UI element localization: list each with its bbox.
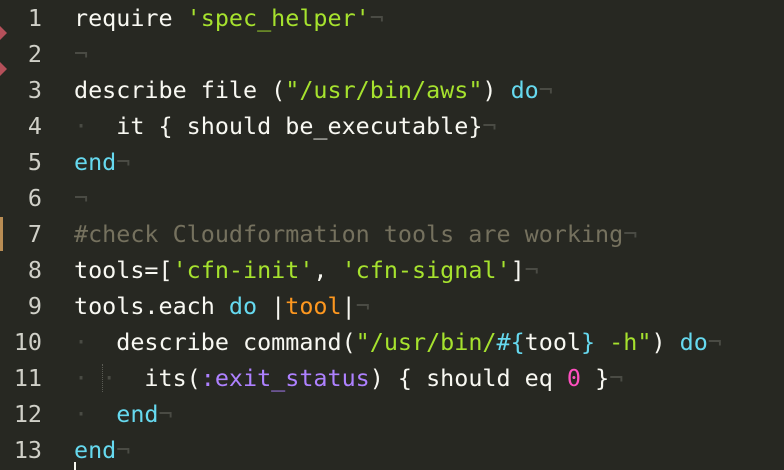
eol-marker: ¬ [116, 436, 131, 464]
git-modified-marker [0, 217, 3, 251]
eol-marker: ¬ [355, 292, 370, 320]
code-line[interactable]: · describe command("/usr/bin/#{tool} -h"… [74, 324, 722, 360]
eol-marker: ¬ [158, 400, 173, 428]
code-line[interactable]: · end¬ [74, 396, 173, 432]
code-token: · [74, 112, 103, 140]
code-token: describe file ( [74, 76, 286, 104]
code-line[interactable]: ¬ [74, 180, 88, 216]
line-number: 11 [13, 364, 42, 392]
eol-marker: ¬ [482, 112, 497, 140]
eol-marker: ¬ [116, 148, 131, 176]
code-line[interactable]: end¬ [74, 144, 130, 180]
code-token: | [341, 292, 356, 320]
code-token: ) [651, 328, 680, 356]
code-line[interactable]: require 'spec_helper'¬ [74, 0, 384, 36]
code-line[interactable]: · it { should be_executable}¬ [74, 108, 497, 144]
code-token: tools.each [74, 292, 229, 320]
code-line[interactable]: #check Cloudformation tools are working¬ [74, 216, 637, 252]
code-token: "/usr/bin/aws" [285, 76, 483, 104]
code-token: tool [285, 292, 342, 320]
code-token: | [257, 292, 286, 320]
eol-marker: ¬ [538, 76, 553, 104]
code-line[interactable]: tools=['cfn-init', 'cfn-signal']¬ [74, 252, 539, 288]
code-token: its( [130, 364, 201, 392]
line-number: 12 [13, 400, 42, 428]
eol-marker: ¬ [74, 184, 89, 212]
code-token: } [581, 364, 610, 392]
line-number: 13 [13, 436, 42, 464]
text-caret [74, 462, 76, 470]
code-token: · [74, 400, 103, 428]
indent-guide [102, 364, 104, 392]
line-number: 10 [13, 328, 42, 356]
code-token: 'cfn-signal' [341, 256, 511, 284]
code-token: , [313, 256, 342, 284]
code-token: · [74, 328, 103, 356]
eol-marker: ¬ [623, 220, 638, 248]
code-token: end [74, 436, 117, 464]
line-number: 5 [27, 148, 42, 176]
code-line[interactable]: describe file ("/usr/bin/aws") do¬ [74, 72, 553, 108]
code-token: #check Cloudformation tools are working [74, 220, 624, 248]
code-line[interactable]: tools.each do |tool|¬ [74, 288, 370, 324]
code-token: 0 [566, 364, 582, 392]
code-token: -h" [595, 328, 652, 356]
code-token: ) { should eq [369, 364, 567, 392]
fold-marker-icon[interactable] [0, 26, 7, 40]
code-token: end [74, 148, 117, 176]
code-token: ) [482, 76, 511, 104]
code-token: #{ [496, 328, 525, 356]
code-token: it { should be_executable} [102, 112, 483, 140]
eol-marker: ¬ [707, 328, 722, 356]
eol-marker: ¬ [524, 256, 539, 284]
code-token: ] [510, 256, 525, 284]
code-line[interactable]: ¬ [74, 36, 88, 72]
code-token: 'cfn-init' [172, 256, 314, 284]
code-token: tool [524, 328, 581, 356]
code-token: "/usr/bin/ [355, 328, 497, 356]
code-token: do [228, 292, 258, 320]
code-token: } [581, 328, 596, 356]
line-number-gutter: 1 2 3 4 5 6 7 8 9 10 11 12 13 [0, 0, 64, 468]
code-token: :exit_status [200, 364, 370, 392]
code-line[interactable]: · · its(:exit_status) { should eq 0 }¬ [74, 360, 623, 396]
code-editor[interactable]: require 'spec_helper'¬ ¬ describe file ("/… [74, 0, 784, 470]
code-token: do [510, 76, 539, 104]
line-number: 3 [27, 76, 42, 104]
line-number: 8 [27, 256, 42, 284]
code-token: require [74, 4, 187, 32]
eol-marker: ¬ [74, 40, 89, 68]
code-token: do [679, 328, 708, 356]
line-number: 9 [27, 292, 42, 320]
code-token: end [116, 400, 159, 428]
fold-marker-icon[interactable] [0, 62, 7, 76]
line-number: 6 [27, 184, 42, 212]
eol-marker: ¬ [369, 4, 384, 32]
code-token: tools=[ [74, 256, 173, 284]
eol-marker: ¬ [609, 364, 624, 392]
code-line[interactable]: end¬ [74, 432, 130, 468]
code-token: 'spec_helper' [186, 4, 370, 32]
code-token: describe command( [102, 328, 356, 356]
line-number: 4 [27, 112, 42, 140]
line-number: 7 [27, 220, 42, 248]
